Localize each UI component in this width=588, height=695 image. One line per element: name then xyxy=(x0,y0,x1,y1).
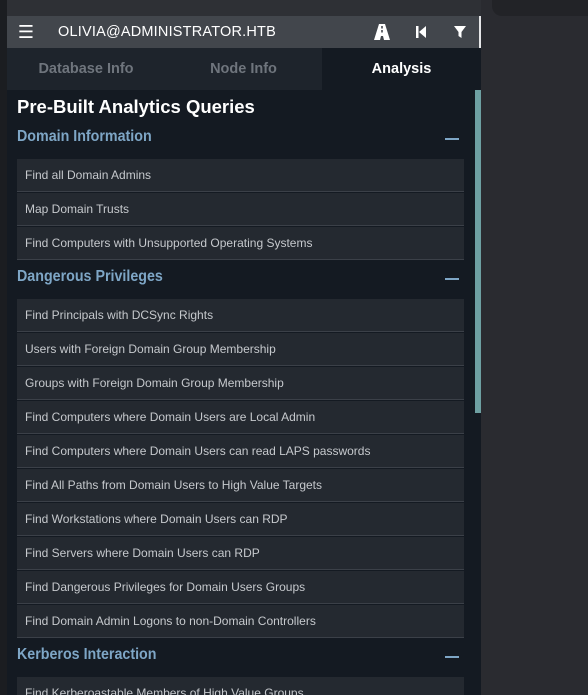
graph-canvas-area[interactable] xyxy=(481,0,588,695)
query-item[interactable]: Find Computers with Unsupported Operatin… xyxy=(17,227,464,260)
user-name: OLIVIA@ADMINISTRATOR.HTB xyxy=(58,24,276,40)
page-title: Pre-Built Analytics Queries xyxy=(17,96,255,117)
query-item[interactable]: Map Domain Trusts xyxy=(17,193,464,226)
hamburger-icon[interactable]: ☰ xyxy=(15,22,37,42)
query-item[interactable]: Find Kerberoastable Members of High Valu… xyxy=(17,677,464,695)
tab-bar: Database Info Node Info Analysis xyxy=(7,48,481,90)
analysis-content: Pre-Built Analytics Queries Domain Infor… xyxy=(17,90,465,695)
query-item[interactable]: Users with Foreign Domain Group Membersh… xyxy=(17,333,464,366)
collapse-icon[interactable] xyxy=(445,656,459,658)
query-item[interactable]: Groups with Foreign Domain Group Members… xyxy=(17,367,464,400)
panel-header: ☰ OLIVIA@ADMINISTRATOR.HTB xyxy=(7,16,481,48)
tab-node-info[interactable]: Node Info xyxy=(165,48,322,90)
scrollbar-thumb[interactable] xyxy=(475,90,481,413)
query-item[interactable]: Find Computers where Domain Users are Lo… xyxy=(17,401,464,434)
section-title-kerberos-interaction[interactable]: Kerberos Interaction xyxy=(17,646,156,664)
query-item[interactable]: Find Principals with DCSync Rights xyxy=(17,299,464,332)
query-item[interactable]: Find All Paths from Domain Users to High… xyxy=(17,469,464,502)
back-icon[interactable] xyxy=(413,22,433,42)
query-item[interactable]: Find Domain Admin Logons to non-Domain C… xyxy=(17,605,464,638)
side-panel: ☰ OLIVIA@ADMINISTRATOR.HTB Database Info… xyxy=(7,16,481,695)
query-item[interactable]: Find all Domain Admins xyxy=(17,159,464,192)
left-edge xyxy=(0,0,7,695)
collapse-icon[interactable] xyxy=(445,138,459,140)
section-title-domain-information[interactable]: Domain Information xyxy=(17,128,152,146)
collapse-icon[interactable] xyxy=(445,278,459,280)
section-title-dangerous-privileges[interactable]: Dangerous Privileges xyxy=(17,268,163,286)
filter-icon[interactable] xyxy=(452,22,472,42)
canvas-top-edge xyxy=(492,0,588,16)
path-finding-icon[interactable] xyxy=(373,22,393,42)
query-item[interactable]: Find Workstations where Domain Users can… xyxy=(17,503,464,536)
tab-database-info[interactable]: Database Info xyxy=(7,48,165,90)
query-item[interactable]: Find Dangerous Privileges for Domain Use… xyxy=(17,571,464,604)
query-item[interactable]: Find Computers where Domain Users can re… xyxy=(17,435,464,468)
query-item[interactable]: Find Servers where Domain Users can RDP xyxy=(17,537,464,570)
tab-analysis[interactable]: Analysis xyxy=(322,48,481,90)
